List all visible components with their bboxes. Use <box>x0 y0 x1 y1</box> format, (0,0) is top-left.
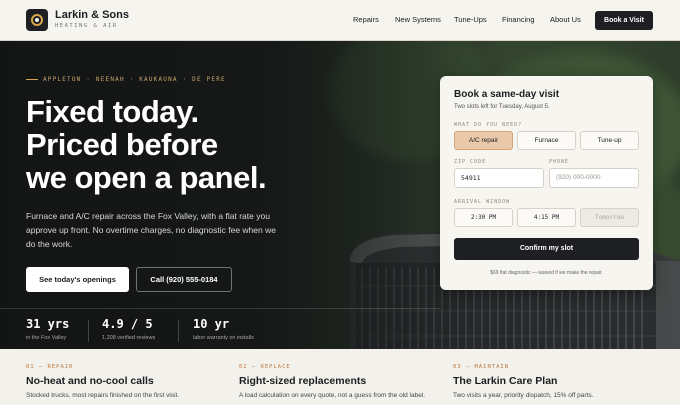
window-slot-2[interactable]: 4:15 PM <box>517 208 576 227</box>
need-label: WHAT DO YOU NEED? <box>454 122 523 128</box>
arrival-window-label: ARRIVAL WINDOW <box>454 199 511 205</box>
need-tune-up-chip[interactable]: Tune-up <box>580 131 639 150</box>
nav-tune-ups[interactable]: Tune-Ups <box>454 15 487 24</box>
stat-warranty: 10 yr labor warranty on installs <box>193 317 254 341</box>
window-slot-tomorrow[interactable]: Tomorrow <box>580 208 639 227</box>
stat-label: 1,208 verified reviews <box>102 335 156 341</box>
service-desc: A load calculation on every quote, not a… <box>239 392 426 399</box>
booking-subtitle: Two slots left for Tuesday, August 5. <box>454 104 550 110</box>
service-tag: 03 — MAINTAIN <box>453 364 510 370</box>
nav-new-systems[interactable]: New Systems <box>395 15 441 24</box>
diagnostic-note: $69 flat diagnostic — waived if we make … <box>490 270 603 276</box>
stat-value: 4.9 / 5 <box>102 317 153 331</box>
service-tag: 01 — REPAIR <box>26 364 74 370</box>
service-repair: 01 — REPAIR No-heat and no-cool calls St… <box>26 364 226 399</box>
nav-repairs[interactable]: Repairs <box>353 15 379 24</box>
stat-separator <box>178 320 179 342</box>
phone-label: PHONE <box>549 159 570 165</box>
booking-card: Book a same-day visit Two slots left for… <box>440 76 653 290</box>
service-replace: 02 — REPLACE Right-sized replacements A … <box>239 364 439 399</box>
stat-label: in the Fox Valley <box>26 335 67 341</box>
nav-about-us[interactable]: About Us <box>550 15 581 24</box>
call-button[interactable]: Call (920) 555-0184 <box>136 267 232 292</box>
site-header: Larkin & Sons HEATING & AIR Repairs New … <box>0 0 680 41</box>
stats-divider <box>0 308 440 309</box>
headline-line-3: we open a panel. <box>26 160 267 195</box>
need-ac-repair-chip[interactable]: A/C repair <box>454 131 513 150</box>
service-title[interactable]: The Larkin Care Plan <box>453 375 653 387</box>
stat-label: labor warranty on installs <box>193 335 254 341</box>
service-desc: Stocked trucks, most repairs finished on… <box>26 392 180 399</box>
service-desc: Two visits a year, priority dispatch, 15… <box>453 392 594 399</box>
service-maintain: 03 — MAINTAIN The Larkin Care Plan Two v… <box>453 364 653 399</box>
hero-lede: Furnace and A/C repair across the Fox Va… <box>26 211 276 249</box>
book-visit-button[interactable]: Book a Visit <box>595 11 653 30</box>
confirm-slot-button[interactable]: Confirm my slot <box>454 238 639 260</box>
brand-tagline: HEATING & AIR <box>55 23 118 29</box>
nav-financing[interactable]: Financing <box>502 15 535 24</box>
zip-code-input[interactable]: 54911 <box>454 168 544 188</box>
service-title[interactable]: Right-sized replacements <box>239 375 439 387</box>
headline-line-1: Fixed today. <box>26 94 199 129</box>
booking-title: Book a same-day visit <box>454 89 560 100</box>
service-tag: 02 — REPLACE <box>239 364 291 370</box>
headline-line-2: Priced before <box>26 127 218 162</box>
need-furnace-chip[interactable]: Furnace <box>517 131 576 150</box>
window-slot-1[interactable]: 2:30 PM <box>454 208 513 227</box>
service-title[interactable]: No-heat and no-cool calls <box>26 375 226 387</box>
stat-years: 31 yrs in the Fox Valley <box>26 317 69 341</box>
stat-separator <box>88 320 89 342</box>
eyebrow-rule <box>26 79 38 80</box>
phone-input[interactable]: (920) 000-0000 <box>549 168 639 188</box>
logo-icon[interactable] <box>26 9 48 31</box>
see-openings-button[interactable]: See today's openings <box>26 267 129 292</box>
service-areas: APPLETON · NEENAH · KAUKAUNA · DE PERE <box>43 76 226 83</box>
stat-reviews: 4.9 / 5 1,208 verified reviews <box>102 317 155 341</box>
brand-name[interactable]: Larkin & Sons <box>55 9 129 21</box>
stat-value: 31 yrs <box>26 317 70 331</box>
zip-label: ZIP CODE <box>454 159 487 165</box>
stat-value: 10 yr <box>193 317 230 331</box>
hero-headline: Fixed today. Priced before we open a pan… <box>26 95 326 194</box>
